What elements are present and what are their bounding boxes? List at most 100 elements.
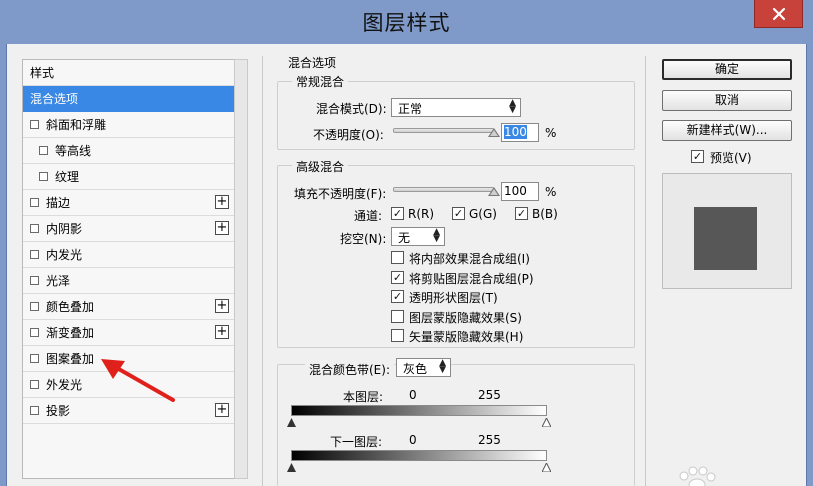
blend-mode-select[interactable]: 正常 ▲ ▼ (391, 98, 521, 117)
blend-mode-label: 混合模式(D): (316, 102, 387, 116)
close-button[interactable] (754, 0, 803, 28)
add-effect-plus-icon[interactable]: + (215, 325, 229, 339)
underlying-layer-white-stop[interactable] (542, 463, 551, 472)
advanced-option-checkbox[interactable]: ✓ (391, 270, 404, 284)
blend-if-group (277, 364, 635, 486)
channel-checkbox[interactable]: ✓ (515, 207, 528, 220)
blending-options-heading: 混合选项 (284, 54, 341, 71)
fill-opacity-slider[interactable] (393, 187, 494, 192)
style-list-item[interactable]: 渐变叠加 + (23, 320, 234, 346)
advanced-option-checkbox[interactable] (391, 309, 404, 323)
annotation-arrow-icon (101, 359, 175, 402)
channels-label: 通道: (354, 209, 383, 223)
this-layer-black-stop[interactable] (287, 418, 296, 427)
style-list-item[interactable]: 纹理 (23, 164, 234, 190)
style-checkbox[interactable] (30, 198, 39, 207)
knockout-label: 挖空(N): (340, 232, 387, 246)
style-list-item[interactable]: 等高线 (23, 138, 234, 164)
style-list-item-label: 描边 (46, 196, 71, 210)
preview-label: 预览(V) (710, 151, 752, 165)
channel-checkbox[interactable]: ✓ (391, 207, 404, 220)
opacity-slider[interactable] (393, 128, 494, 133)
opacity-input[interactable]: 100 (501, 123, 539, 142)
fill-opacity-unit: % (545, 185, 557, 199)
add-effect-plus-icon[interactable]: + (215, 195, 229, 209)
style-list-item-label: 混合选项 (30, 92, 79, 106)
underlying-layer-gradient[interactable] (291, 450, 547, 461)
this-layer-max: 255 (478, 388, 501, 402)
title-bar: 图层样式 (0, 0, 813, 44)
blend-if-value: 灰色 (403, 362, 428, 376)
this-layer-label: 本图层: (343, 390, 384, 404)
advanced-blending-legend: 高级混合 (292, 158, 349, 175)
select-arrows-icon: ▲ ▼ (439, 358, 446, 375)
fill-opacity-input[interactable]: 100 (501, 182, 539, 201)
close-icon (772, 7, 785, 20)
this-layer-gradient[interactable] (291, 405, 547, 416)
style-list-item[interactable]: 光泽 (23, 268, 234, 294)
opacity-label: 不透明度(O): (313, 128, 384, 142)
advanced-option-checkbox[interactable] (391, 251, 404, 264)
style-list-item-label: 光泽 (46, 274, 71, 288)
style-list-item-label: 样式 (30, 66, 55, 80)
style-list-item[interactable]: 颜色叠加 + (23, 294, 234, 320)
style-checkbox[interactable] (30, 380, 39, 389)
style-list-item[interactable]: 描边 + (23, 190, 234, 216)
knockout-select[interactable]: 无 ▲ ▼ (391, 227, 445, 246)
underlying-layer-black-stop[interactable] (287, 463, 296, 472)
fill-opacity-slider-thumb[interactable] (488, 187, 500, 196)
style-list-item-label: 外发光 (46, 378, 83, 392)
style-list-item[interactable]: 内阴影 + (23, 216, 234, 242)
style-checkbox[interactable] (30, 354, 39, 363)
style-list-item[interactable]: 内发光 (23, 242, 234, 268)
ok-button[interactable]: 确定 (662, 59, 792, 80)
opacity-slider-thumb[interactable] (488, 128, 500, 137)
general-blending-legend: 常规混合 (292, 73, 349, 90)
this-layer-min: 0 (409, 388, 417, 402)
style-checkbox[interactable] (30, 250, 39, 259)
styles-list-scrollbar[interactable] (234, 59, 248, 479)
style-checkbox[interactable] (30, 302, 39, 311)
underlying-layer-max: 255 (478, 433, 501, 447)
blend-if-label: 混合颜色带(E): (305, 361, 394, 378)
style-checkbox[interactable] (30, 120, 39, 129)
opacity-unit: % (545, 126, 557, 140)
this-layer-white-stop[interactable] (542, 418, 551, 427)
knockout-value: 无 (398, 231, 411, 245)
style-checkbox[interactable] (30, 224, 39, 233)
style-checkbox[interactable] (39, 146, 48, 155)
style-list-item-label: 等高线 (55, 144, 92, 158)
style-list-item-label: 颜色叠加 (46, 300, 95, 314)
cancel-button[interactable]: 取消 (662, 90, 792, 111)
preview-checkbox[interactable]: ✓ (691, 150, 704, 163)
style-list-item-label: 纹理 (55, 170, 80, 184)
underlying-layer-label: 下一图层: (330, 435, 383, 449)
style-checkbox[interactable] (39, 172, 48, 181)
advanced-option-label: 透明形状图层(T) (409, 291, 498, 305)
fill-opacity-label: 填充不透明度(F): (294, 187, 387, 201)
blend-if-select[interactable]: 灰色 ▲ ▼ (396, 358, 451, 377)
style-checkbox[interactable] (30, 406, 39, 415)
style-list-item[interactable]: 样式 (23, 60, 234, 86)
style-list-item-label: 投影 (46, 404, 71, 418)
style-list-item-label: 图案叠加 (46, 352, 95, 366)
style-checkbox[interactable] (30, 328, 39, 337)
channel-checkbox[interactable]: ✓ (452, 207, 465, 220)
advanced-option-label: 将剪贴图层混合成组(P) (409, 271, 534, 286)
style-list-item[interactable]: 混合选项 (23, 86, 234, 112)
style-checkbox[interactable] (30, 276, 39, 285)
styles-list: 样式 混合选项 斜面和浮雕 等高线 纹理 描边 + 内阴影 + 内发光 光泽 颜色叠加 + 渐变叠加 + 图案… (22, 59, 235, 479)
channel-label: B(B) (532, 207, 558, 221)
channel-label: R(R) (408, 207, 435, 221)
add-effect-plus-icon[interactable]: + (215, 221, 229, 235)
advanced-option-label: 矢量蒙版隐藏效果(H) (409, 330, 524, 344)
new-style-button[interactable]: 新建样式(W)... (662, 120, 792, 141)
advanced-option-checkbox[interactable] (391, 329, 404, 342)
style-list-item[interactable]: 斜面和浮雕 (23, 112, 234, 138)
style-list-item-label: 斜面和浮雕 (46, 118, 107, 132)
add-effect-plus-icon[interactable]: + (215, 299, 229, 313)
add-effect-plus-icon[interactable]: + (215, 403, 229, 417)
advanced-option-label: 图层蒙版隐藏效果(S) (409, 310, 522, 325)
window-title: 图层样式 (362, 11, 451, 35)
advanced-option-checkbox[interactable]: ✓ (391, 290, 404, 303)
